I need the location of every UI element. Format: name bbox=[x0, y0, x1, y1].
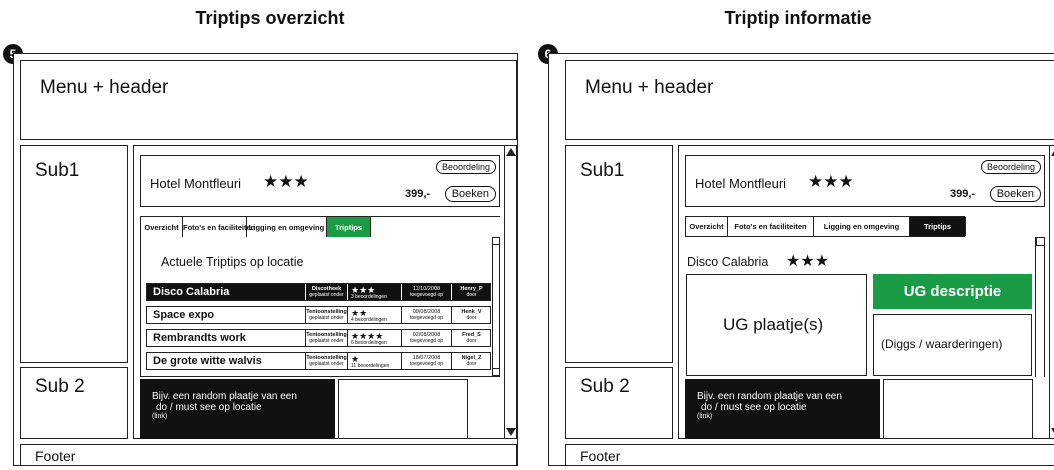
left-sub1: Sub1 bbox=[20, 145, 128, 363]
right-sub2: Sub 2 bbox=[565, 367, 673, 439]
tab-overzicht[interactable]: Overzicht bbox=[686, 217, 728, 236]
promo-line-2: do / must see op locatie bbox=[156, 402, 262, 413]
list-item-stars: ★★★ 3 beoordelingen bbox=[347, 284, 401, 300]
image-placeholder[interactable]: UG plaatje(s) bbox=[686, 274, 867, 376]
list-item-stars: ★★ 4 beoordelingen bbox=[347, 307, 401, 323]
list-item-type: Tentoonstelling geplaatst onder bbox=[305, 330, 347, 346]
right-edge-scrollbar[interactable] bbox=[1049, 146, 1054, 438]
hotel-card: Hotel Montfleuri ★★★ Beoordeling 399,- B… bbox=[685, 155, 1045, 207]
header-label: Menu + header bbox=[40, 77, 169, 98]
list-scroll-down-icon[interactable] bbox=[492, 368, 500, 376]
detail-scroll-up-icon[interactable] bbox=[1036, 237, 1045, 246]
list-item-stars: ★ 11 beoordelingen bbox=[347, 353, 401, 369]
hotel-name: Hotel Montfleuri bbox=[150, 176, 242, 191]
rating-button[interactable]: Beoordeling bbox=[435, 160, 496, 174]
sub1-label: Sub1 bbox=[35, 160, 80, 181]
list-item-user: Nigel_Z door bbox=[451, 353, 491, 369]
list-item-name: De grote witte walvis bbox=[153, 355, 262, 367]
header-label: Menu + header bbox=[585, 77, 714, 98]
list-item[interactable]: Space expo Tentoonstelling geplaatst onde… bbox=[146, 306, 491, 324]
list-item-name: Space expo bbox=[153, 309, 215, 321]
right-main-content: Hotel Montfleuri ★★★ Beoordeling 399,- B… bbox=[678, 145, 1054, 439]
promo-line-1: Bijv. een random plaatje van een bbox=[152, 391, 297, 402]
diggs-label: (Diggs / waarderingen) bbox=[881, 337, 1003, 351]
list-item[interactable]: Rembrandts work Tentoonstelling geplaatst… bbox=[146, 329, 491, 347]
list-item-date: 18/07/2008 toegevoegd op bbox=[401, 353, 451, 369]
left-sub2: Sub 2 bbox=[20, 367, 128, 439]
list-item-type: Discotheek geplaatst onder bbox=[305, 284, 347, 300]
tab-triptips[interactable]: Triptips bbox=[910, 217, 966, 236]
promo-link[interactable]: (link) bbox=[697, 413, 880, 420]
triptips-panel: Actuele Triptips op locatie Disco Calabr… bbox=[140, 237, 500, 377]
right-footer: Footer bbox=[565, 444, 1054, 466]
list-item-date: 11/10/2008 toegevoegd op bbox=[401, 284, 451, 300]
list-item-user: Henk_V door bbox=[451, 307, 491, 323]
right-sub1: Sub1 bbox=[565, 145, 673, 363]
list-item-type: Tentoonstelling geplaatst onder bbox=[305, 307, 347, 323]
left-header-area: Menu + header bbox=[20, 60, 517, 140]
promo-block[interactable]: Bijv. een random plaatje van een do / mu… bbox=[140, 379, 335, 439]
left-panel-title: Triptips overzicht bbox=[195, 8, 345, 28]
hotel-price: 399,- bbox=[405, 188, 431, 200]
list-item-user: Henry_P door bbox=[451, 284, 491, 300]
list-item-date: 02/08/2008 toegevoegd op bbox=[401, 330, 451, 346]
detail-scrollbar[interactable] bbox=[1035, 237, 1045, 377]
sub2-label: Sub 2 bbox=[35, 376, 85, 397]
tab-ligging-omgeving[interactable]: Ligging en omgeving bbox=[814, 217, 910, 236]
tab-bar: Overzicht Foto's en faciliteiten Ligging… bbox=[685, 216, 966, 237]
hotel-name: Hotel Montfleuri bbox=[695, 176, 787, 191]
tab-fotos-faciliteiten[interactable]: Foto's en faciliteiten bbox=[728, 217, 814, 236]
scroll-up-icon[interactable] bbox=[506, 148, 516, 156]
left-footer: Footer bbox=[20, 444, 517, 466]
list-item-type: Tentoonstelling geplaatst onder bbox=[305, 353, 347, 369]
sub1-label: Sub1 bbox=[580, 160, 625, 181]
section-title: Actuele Triptips op locatie bbox=[161, 255, 304, 269]
list-item-user: Fred_S door bbox=[451, 330, 491, 346]
promo-link[interactable]: (link) bbox=[152, 413, 335, 420]
book-button[interactable]: Boeken bbox=[444, 186, 496, 202]
footer-label: Footer bbox=[580, 448, 621, 464]
list-item-date: 09/08/2008 toegevoegd op bbox=[401, 307, 451, 323]
tab-bar: Overzicht Foto's en faciliteiten Ligging… bbox=[140, 216, 500, 238]
hotel-price: 399,- bbox=[950, 188, 976, 200]
item-name: Disco Calabria bbox=[687, 255, 769, 269]
promo-block[interactable]: Bijv. een random plaatje van een do / mu… bbox=[685, 379, 880, 439]
list-item[interactable]: De grote witte walvis Tentoonstelling gep… bbox=[146, 352, 491, 370]
image-label: UG plaatje(s) bbox=[723, 315, 824, 334]
item-stars: ★★★ bbox=[786, 253, 830, 270]
list-item[interactable]: Disco Calabria Discotheek geplaatst onder… bbox=[146, 283, 491, 301]
rating-button[interactable]: Beoordeling bbox=[980, 160, 1041, 174]
hotel-card: Hotel Montfleuri ★★★ Beoordeling 399,- B… bbox=[140, 155, 500, 207]
scroll-down-icon[interactable] bbox=[506, 428, 516, 436]
secondary-block bbox=[883, 379, 1033, 439]
diggs-box[interactable]: (Diggs / waarderingen) bbox=[873, 314, 1032, 376]
hotel-stars: ★★★ bbox=[263, 172, 309, 191]
book-button[interactable]: Boeken bbox=[989, 186, 1041, 202]
hotel-stars: ★★★ bbox=[808, 172, 854, 191]
promo-line-2: do / must see op locatie bbox=[701, 402, 807, 413]
secondary-block bbox=[338, 379, 468, 439]
right-panel-title: Triptip informatie bbox=[724, 8, 872, 28]
left-main-content: Hotel Montfleuri ★★★ Beoordeling 399,- B… bbox=[133, 145, 517, 439]
tab-ligging-omgeving[interactable]: Ligging en omgeving bbox=[247, 217, 327, 238]
description-header: UG descriptie bbox=[873, 274, 1032, 309]
tab-triptips[interactable]: Triptips bbox=[327, 217, 371, 238]
list-item-name: Rembrandts work bbox=[153, 332, 246, 344]
footer-label: Footer bbox=[35, 448, 76, 464]
main-scrollbar[interactable] bbox=[504, 146, 517, 438]
list-item-stars: ★★★★ 6 beoordelingen bbox=[347, 330, 401, 346]
list-scroll-up-icon[interactable] bbox=[492, 237, 500, 245]
right-header-area: Menu + header bbox=[565, 60, 1054, 140]
list-scrollbar[interactable] bbox=[492, 237, 500, 376]
sub2-label: Sub 2 bbox=[580, 376, 630, 397]
tab-overzicht[interactable]: Overzicht bbox=[141, 217, 183, 238]
promo-line-1: Bijv. een random plaatje van een bbox=[697, 391, 842, 402]
tab-fotos-faciliteiten[interactable]: Foto's en faciliteiten bbox=[183, 217, 255, 238]
list-item-name: Disco Calabria bbox=[153, 286, 230, 298]
